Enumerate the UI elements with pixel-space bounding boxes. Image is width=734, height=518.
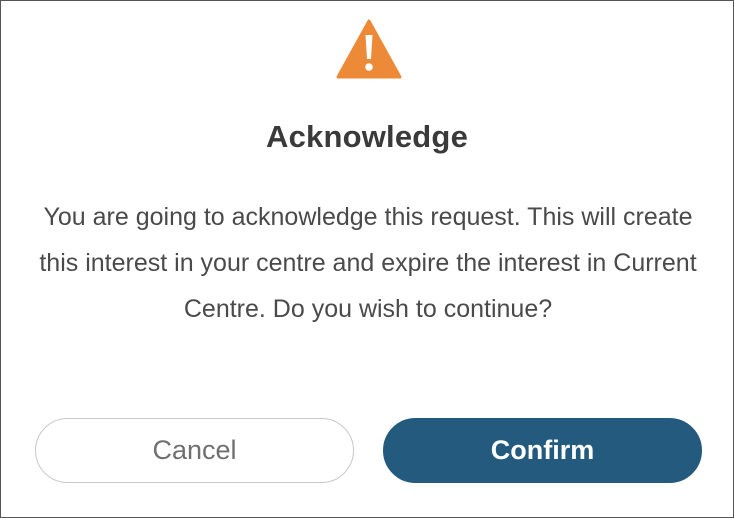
acknowledge-dialog: Acknowledge You are going to acknowledge… <box>0 0 734 518</box>
dialog-title: Acknowledge <box>265 119 469 154</box>
confirm-button[interactable]: Confirm <box>383 418 702 483</box>
dialog-message: You are going to acknowledge this reques… <box>39 203 697 323</box>
cancel-button[interactable]: Cancel <box>35 418 354 483</box>
warning-triangle-icon <box>336 19 402 79</box>
